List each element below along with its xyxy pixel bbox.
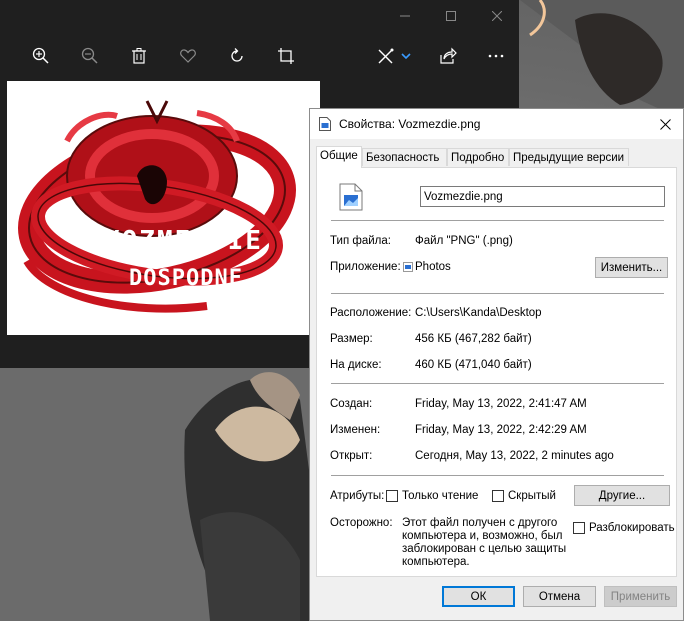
- rotate-button[interactable]: [221, 40, 253, 72]
- hidden-checkbox[interactable]: [492, 490, 504, 502]
- photo-view: VOZMEZDIE DOSPODNE: [7, 81, 320, 335]
- separator: [331, 220, 664, 221]
- close-icon: [492, 11, 502, 21]
- tab-details[interactable]: Подробно: [447, 148, 509, 166]
- general-panel: Тип файла: Файл "PNG" (.png) Приложение:…: [316, 167, 677, 577]
- properties-dialog: Свойства: Vozmezdie.png Общие Безопаснос…: [309, 108, 684, 621]
- advanced-attributes-button[interactable]: Другие...: [574, 485, 670, 506]
- file-name-field[interactable]: [420, 186, 665, 207]
- zoom-in-button[interactable]: [25, 40, 57, 72]
- caution-label: Осторожно:: [330, 517, 393, 529]
- minimize-icon: [400, 15, 410, 17]
- file-type-label: Тип файла:: [330, 235, 391, 247]
- unblock-checkbox[interactable]: [573, 522, 585, 534]
- share-button[interactable]: [432, 40, 464, 72]
- image-text-line1: VOZMEZDIE: [104, 226, 263, 256]
- zoom-in-icon: [32, 47, 49, 64]
- location-value: C:\Users\Kanda\Desktop: [415, 307, 542, 319]
- edit-dropdown-button[interactable]: [396, 40, 416, 72]
- close-button[interactable]: [474, 2, 520, 30]
- caution-text-line3: заблокирован с целью защиты: [402, 543, 567, 555]
- zoom-out-button[interactable]: [74, 40, 106, 72]
- trash-icon: [132, 48, 146, 64]
- app-label: Приложение:: [330, 261, 401, 273]
- size-label: Размер:: [330, 333, 373, 345]
- more-icon: [488, 54, 504, 58]
- crop-icon: [278, 48, 294, 64]
- tab-security[interactable]: Безопасность: [362, 148, 447, 166]
- artwork-image: VOZMEZDIE DOSPODNE: [7, 81, 320, 335]
- tab-details-label: Подробно: [451, 152, 505, 164]
- dialog-title: Свойства: Vozmezdie.png: [339, 117, 481, 131]
- separator: [331, 293, 664, 294]
- modified-value: Friday, May 13, 2022, 2:42:29 AM: [415, 424, 587, 436]
- tab-security-label: Безопасность: [366, 152, 440, 164]
- photos-app-icon: [403, 262, 413, 272]
- photos-toolbar: [0, 38, 519, 74]
- opened-label: Открыт:: [330, 450, 373, 462]
- tab-general[interactable]: Общие: [316, 146, 362, 168]
- caution-text-line2: компьютера и, возможно, был: [402, 530, 563, 542]
- file-type-value: Файл "PNG" (.png): [415, 235, 513, 247]
- unblock-label: Разблокировать: [589, 522, 675, 534]
- file-icon: [319, 117, 331, 131]
- rotate-icon: [231, 48, 243, 62]
- maximize-button[interactable]: [428, 2, 474, 30]
- close-icon: [659, 118, 671, 130]
- app-value: Photos: [415, 261, 451, 273]
- caution-text-line1: Этот файл получен с другого: [402, 517, 558, 529]
- created-label: Создан:: [330, 398, 373, 410]
- readonly-label: Только чтение: [402, 490, 479, 502]
- disk-size-value: 460 КБ (471,040 байт): [415, 359, 532, 371]
- minimize-button[interactable]: [382, 2, 428, 30]
- dialog-close-button[interactable]: [653, 112, 677, 136]
- delete-button[interactable]: [123, 40, 155, 72]
- hidden-label: Скрытый: [508, 490, 556, 502]
- maximize-icon: [446, 11, 456, 21]
- heart-icon: [180, 49, 196, 63]
- zoom-out-icon: [81, 47, 98, 64]
- readonly-checkbox[interactable]: [386, 490, 398, 502]
- tab-general-label: Общие: [320, 150, 358, 162]
- attributes-label: Атрибуты:: [330, 490, 385, 502]
- png-file-icon: [339, 183, 363, 211]
- separator: [331, 383, 664, 384]
- modified-label: Изменен:: [330, 424, 381, 436]
- image-text-line2: DOSPODNE: [129, 266, 243, 291]
- change-app-button[interactable]: Изменить...: [595, 257, 668, 278]
- tab-previous-versions-label: Предыдущие версии: [513, 152, 625, 164]
- cancel-button[interactable]: Отмена: [523, 586, 596, 607]
- tab-previous-versions[interactable]: Предыдущие версии: [509, 148, 629, 166]
- created-value: Friday, May 13, 2022, 2:41:47 AM: [415, 398, 587, 410]
- chevron-down-icon: [401, 53, 411, 60]
- apply-button[interactable]: Применить: [604, 586, 677, 607]
- crop-button[interactable]: [270, 40, 302, 72]
- opened-value: Сегодня, May 13, 2022, 2 minutes ago: [415, 450, 614, 462]
- size-value: 456 КБ (467,282 байт): [415, 333, 532, 345]
- caution-text-line4: компьютера.: [402, 556, 470, 568]
- photos-titlebar: [0, 0, 519, 32]
- favorite-button[interactable]: [172, 40, 204, 72]
- ok-button[interactable]: ОК: [442, 586, 515, 607]
- separator: [331, 475, 664, 476]
- share-icon: [440, 47, 457, 64]
- edit-create-icon: [378, 48, 394, 64]
- dialog-titlebar: Свойства: Vozmezdie.png: [310, 109, 683, 139]
- disk-size-label: На диске:: [330, 359, 382, 371]
- location-label: Расположение:: [330, 307, 412, 319]
- more-options-button[interactable]: [480, 40, 512, 72]
